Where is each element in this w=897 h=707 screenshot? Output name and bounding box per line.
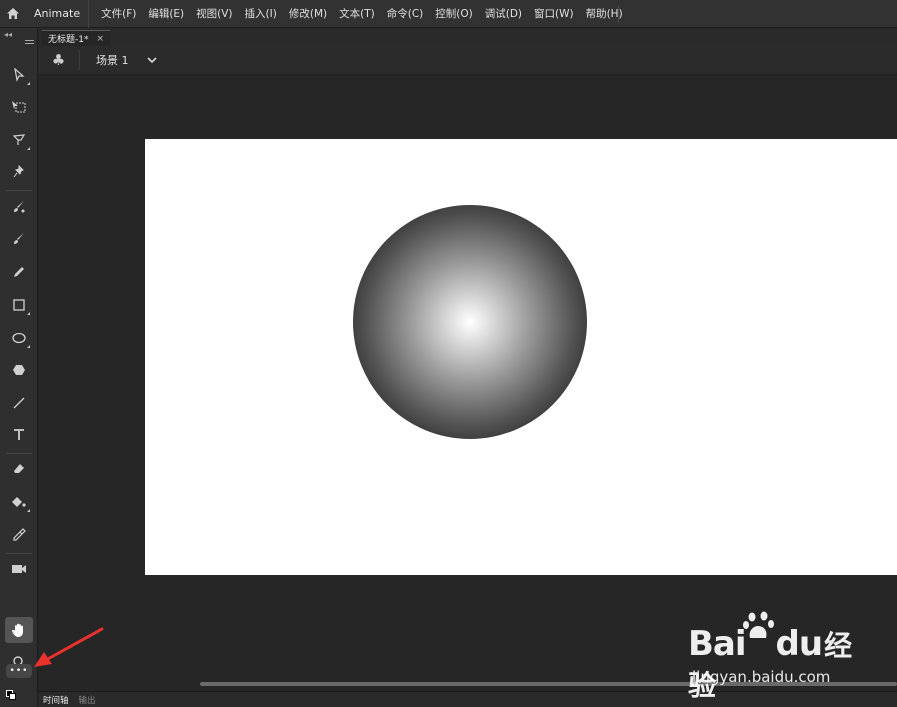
selection-icon (14, 68, 25, 82)
stage[interactable] (145, 139, 897, 575)
gradient-circle-shape[interactable] (353, 205, 587, 439)
document-tab[interactable]: 无标题-1* × (42, 30, 111, 46)
eyedropper-icon (13, 528, 26, 541)
tool-polystar[interactable] (5, 357, 33, 383)
tool-hand[interactable] (5, 617, 33, 643)
tool-eraser[interactable] (5, 456, 33, 482)
menu-modify[interactable]: 修改(M) (283, 6, 333, 21)
menu-divider (618, 5, 619, 23)
edit-bar: ♣ 场景 1 (38, 46, 897, 75)
home-icon (7, 8, 19, 19)
oval-icon (12, 332, 26, 344)
scene-label: 场景 1 (96, 54, 129, 67)
chevron-down-icon[interactable] (146, 56, 157, 64)
tools-panel: ◂◂ ••• (0, 28, 38, 707)
free-transform-icon (12, 101, 26, 113)
hand-icon (12, 623, 23, 637)
menu-help[interactable]: 帮助(H) (580, 6, 629, 21)
tool-eyedropper[interactable] (5, 522, 33, 548)
rectangle-icon (13, 299, 25, 311)
line-icon (13, 397, 25, 409)
tool-oval[interactable] (5, 325, 33, 351)
tool-free-transform[interactable] (5, 94, 33, 120)
edit-toolbar-button[interactable]: ••• (6, 664, 32, 678)
annotation-arrow (34, 627, 104, 667)
scene-symbol-icon[interactable]: ♣ (38, 50, 80, 70)
baidu-jingyan-watermark: Bai du经验 jingyan.baidu.com (688, 610, 858, 702)
watermark-url: jingyan.baidu.com (692, 668, 831, 686)
menu-insert[interactable]: 插入(I) (239, 6, 283, 21)
menu-bar: Animate 文件(F) 编辑(E) 视图(V) 插入(I) 修改(M) 文本… (0, 0, 897, 28)
document-tab-bar: 无标题-1* × (38, 28, 897, 46)
collapse-panel-icon[interactable]: ◂◂ (4, 30, 12, 39)
tab-close-icon[interactable]: × (96, 34, 104, 44)
app-name: Animate (26, 0, 90, 28)
menu-debug[interactable]: 调试(D) (479, 6, 528, 21)
eraser-icon (14, 464, 24, 473)
camera-icon (12, 565, 26, 573)
pin-icon (13, 165, 24, 178)
tool-camera[interactable] (5, 556, 33, 582)
tool-brush[interactable] (5, 226, 33, 252)
tool-text[interactable] (5, 422, 33, 448)
pencil-icon (14, 267, 24, 277)
polystar-icon (13, 365, 25, 375)
menu-control[interactable]: 控制(O) (429, 6, 478, 21)
home-button[interactable] (0, 0, 26, 28)
fill-stroke-swatch-icon[interactable] (6, 690, 16, 700)
lasso-icon (12, 134, 26, 145)
tool-paint-bucket[interactable] (5, 489, 33, 515)
menu-text[interactable]: 文本(T) (333, 6, 381, 21)
watermark-brand: Bai du经验 (688, 624, 852, 702)
menu-file[interactable]: 文件(F) (95, 6, 142, 21)
tool-line[interactable] (5, 390, 33, 416)
menu-items: 文件(F) 编辑(E) 视图(V) 插入(I) 修改(M) 文本(T) 命令(C… (89, 6, 629, 21)
menu-edit[interactable]: 编辑(E) (142, 6, 190, 21)
tool-fluid-brush[interactable] (5, 194, 33, 220)
paint-bucket-icon (12, 497, 26, 507)
text-icon (14, 429, 24, 440)
fluid-brush-icon (14, 201, 25, 213)
tab-output[interactable]: 输出 (74, 694, 101, 706)
menu-view[interactable]: 视图(V) (190, 6, 238, 21)
brush-icon (14, 233, 24, 244)
document-tab-title: 无标题-1* (48, 35, 89, 45)
tool-selection[interactable] (5, 62, 33, 88)
tool-lasso[interactable] (5, 127, 33, 153)
tab-timeline[interactable]: 时间轴 (38, 694, 74, 706)
tool-pencil[interactable] (5, 259, 33, 285)
menu-window[interactable]: 窗口(W) (528, 6, 580, 21)
menu-commands[interactable]: 命令(C) (381, 6, 430, 21)
tool-pin[interactable] (5, 159, 33, 185)
tool-rectangle[interactable] (5, 292, 33, 318)
panel-menu-icon[interactable] (25, 40, 34, 48)
